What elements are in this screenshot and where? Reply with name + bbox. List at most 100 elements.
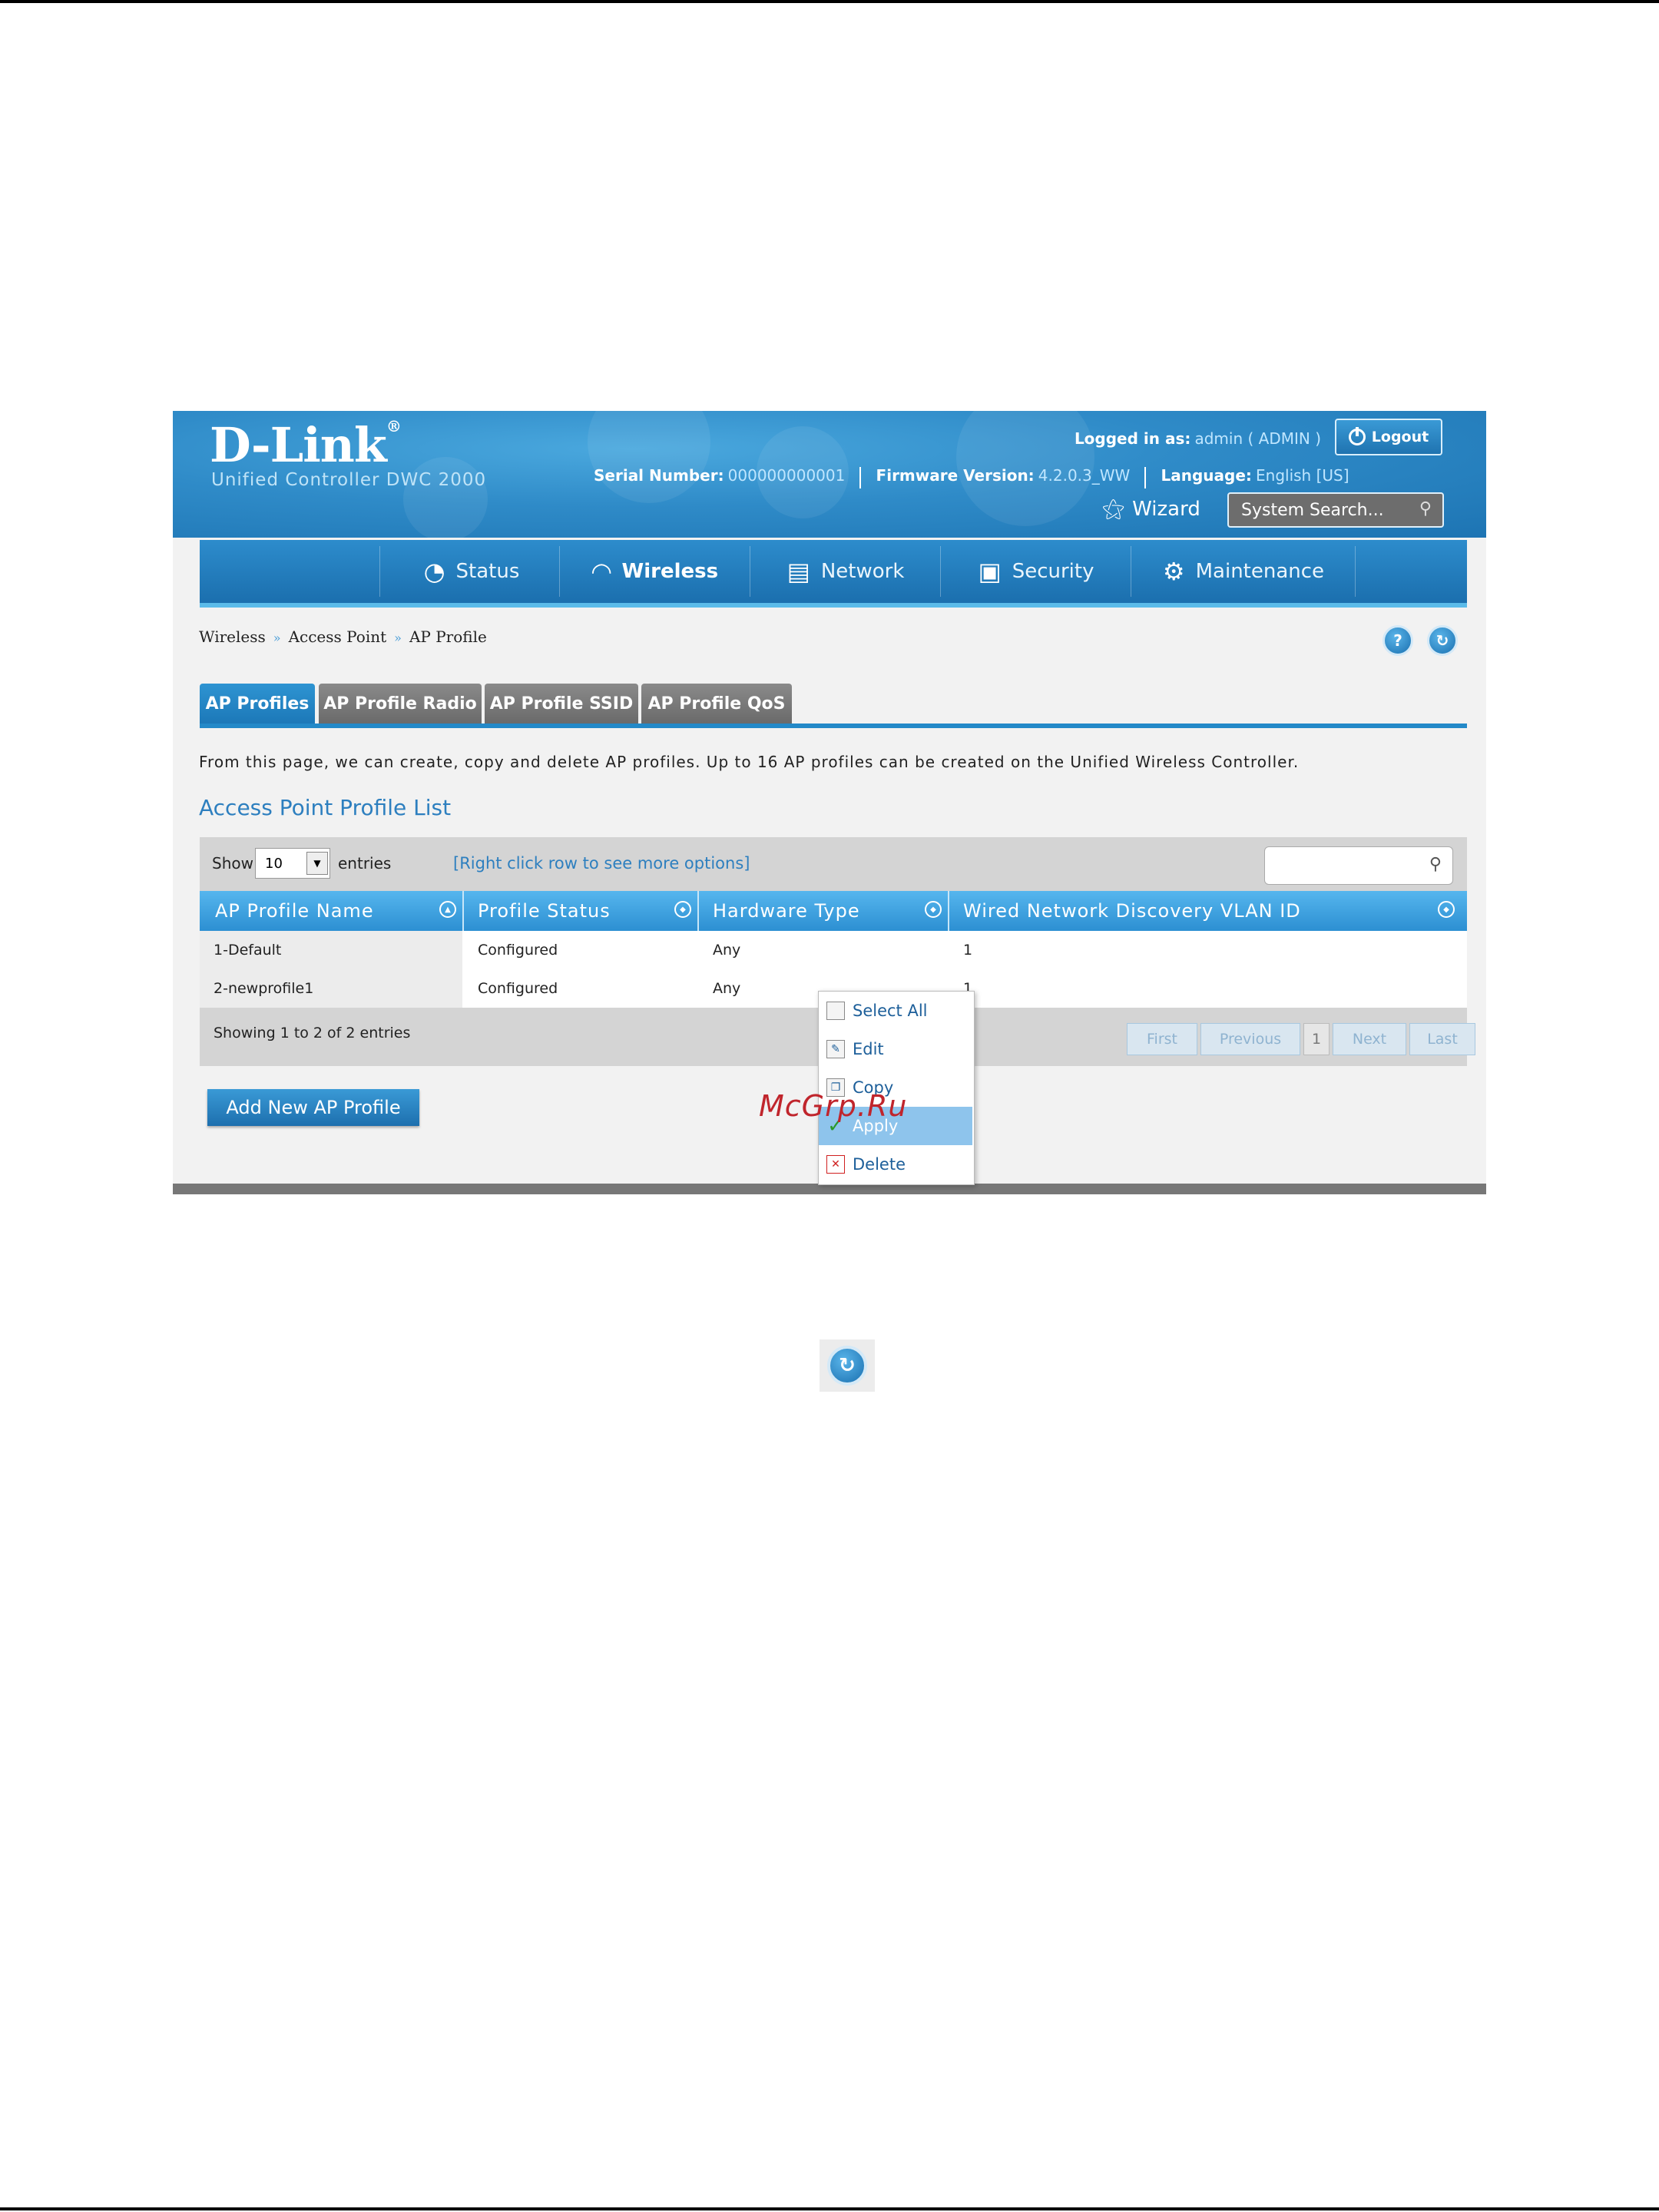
context-menu-edit[interactable]: ✎ Edit [819,1030,972,1068]
product-subtitle: Unified Controller DWC 2000 [211,470,487,490]
pagination-page-number[interactable]: 1 [1303,1023,1330,1055]
context-menu: Select All ✎ Edit ❐ Copy ✓ Apply ✕ Delet… [818,991,975,1185]
main-nav: ◔ Status ◠ Wireless ▤ Network ▣ Security… [200,540,1467,608]
table-toolbar: Show 10 ▼ entries [Right click row to se… [200,837,1467,891]
sort-icon[interactable]: ▲ [439,901,456,918]
power-icon [1348,427,1366,445]
nav-wireless[interactable]: ◠ Wireless [561,540,750,603]
nav-maintenance[interactable]: ⚙ Maintenance [1132,540,1355,603]
pagination-previous[interactable]: Previous [1200,1023,1300,1055]
logged-in-user: admin ( ADMIN ) [1194,429,1321,448]
nav-network[interactable]: ▤ Network [751,540,940,603]
context-menu-select-all[interactable]: Select All [819,992,972,1030]
nav-divider [379,546,380,597]
wizard-label: Wizard [1132,497,1200,521]
logout-button[interactable]: Logout [1335,419,1442,455]
cell-profile-status: Configured [478,980,558,997]
breadcrumb-wireless[interactable]: Wireless [199,628,266,646]
context-menu-delete[interactable]: ✕ Delete [819,1145,972,1184]
page-description: From this page, we can create, copy and … [199,753,1300,771]
column-header-ap-profile-name[interactable]: AP Profile Name [215,891,374,931]
breadcrumb-separator: » [394,631,402,645]
nav-security[interactable]: ▣ Security [942,540,1131,603]
help-icon[interactable]: ? [1382,625,1413,656]
system-search-input[interactable]: System Search... ⚲ [1227,492,1444,528]
sort-icon[interactable]: ◆ [925,901,942,918]
search-icon: ⚲ [1419,499,1432,518]
refresh-icon-illustration: ↻ [820,1339,875,1392]
pencil-icon: ✎ [826,1040,845,1058]
entries-select[interactable]: 10 ▼ [255,848,330,879]
column-header-hardware-type[interactable]: Hardware Type [713,891,860,931]
delete-icon: ✕ [826,1155,845,1174]
breadcrumb-separator: » [273,631,281,645]
tab-bar: AP Profiles AP Profile Radio AP Profile … [200,684,1467,728]
wizard-link[interactable]: ⚝ Wizard [1102,495,1200,522]
table-row[interactable]: 1-Default Configured Any 1 [200,931,1467,969]
wifi-icon: ◠ [591,557,611,586]
screenshot-frame: D-Link® Unified Controller DWC 2000 Logg… [173,411,1486,1194]
nav-security-label: Security [1012,560,1094,583]
info-divider [1144,466,1147,488]
showing-entries: Showing 1 to 2 of 2 entries [214,1025,411,1041]
pagination-first-label: First [1147,1031,1177,1048]
refresh-icon[interactable]: ↻ [1427,625,1458,656]
system-search-placeholder: System Search... [1241,500,1384,520]
list-title: Access Point Profile List [199,795,452,820]
lock-icon: ▣ [978,557,1002,586]
nav-wireless-label: Wireless [621,560,719,583]
context-menu-label: Edit [853,1040,884,1058]
pagination-last[interactable]: Last [1409,1023,1475,1055]
cell-hardware-type: Any [713,942,741,959]
page-bottom-rule [0,2207,1659,2210]
monitor-icon: ▤ [786,557,810,586]
tab-ap-profile-qos[interactable]: AP Profile QoS [641,684,792,724]
page-top-rule [0,0,1659,3]
firmware-label: Firmware Version: [876,466,1035,485]
language-label: Language: [1161,466,1252,485]
tab-ap-profile-ssid[interactable]: AP Profile SSID [485,684,638,724]
firmware-value: 4.2.0.3_WW [1038,466,1131,485]
sort-icon[interactable]: ◆ [674,901,691,918]
device-info: Serial Number: 000000000001 Firmware Ver… [594,466,1349,488]
context-menu-label: Delete [853,1155,906,1174]
nav-divider [559,546,560,597]
pagination-next[interactable]: Next [1333,1023,1406,1055]
header: D-Link® Unified Controller DWC 2000 Logg… [173,411,1486,541]
column-divider [462,891,464,931]
entries-value: 10 [265,855,283,872]
sort-icon[interactable]: ◆ [1438,901,1455,918]
column-divider [948,891,949,931]
table-search-input[interactable]: ⚲ [1264,846,1453,885]
login-info: Logged in as: admin ( ADMIN ) [1075,429,1321,448]
cell-hardware-type: Any [713,980,741,997]
table-header: AP Profile Name ▲ Profile Status ◆ Hardw… [200,891,1467,931]
breadcrumb-ap-profile: AP Profile [409,628,487,646]
nav-status-label: Status [455,560,520,583]
entries-label: entries [338,854,392,873]
language-value[interactable]: English [US] [1256,466,1349,485]
footer-rule [173,1184,1486,1194]
logout-label: Logout [1371,429,1429,445]
search-icon: ⚲ [1429,855,1442,874]
tab-ap-profile-radio[interactable]: AP Profile Radio [319,684,482,724]
tab-ap-profiles[interactable]: AP Profiles [200,684,315,724]
add-new-ap-profile-button[interactable]: Add New AP Profile [207,1089,419,1126]
nav-status[interactable]: ◔ Status [384,540,559,603]
column-header-profile-status[interactable]: Profile Status [478,891,611,931]
cell-ap-profile-name: 1-Default [214,942,282,959]
column-header-wired-network-discovery-vlan-id[interactable]: Wired Network Discovery VLAN ID [963,891,1301,931]
header-bubble [588,411,710,503]
refresh-icon: ↻ [827,1346,867,1386]
checkbox-icon [826,1002,845,1020]
pagination-first[interactable]: First [1127,1023,1197,1055]
serial-value: 000000000001 [727,466,846,485]
pagination-last-label: Last [1427,1031,1458,1048]
serial-label: Serial Number: [594,466,724,485]
nav-maintenance-label: Maintenance [1195,560,1325,583]
breadcrumb-access-point[interactable]: Access Point [289,628,387,646]
nav-divider [940,546,941,597]
chevron-down-icon[interactable]: ▼ [306,852,328,875]
logo-registered-mark: ® [386,417,402,435]
logged-in-label: Logged in as: [1074,429,1191,448]
